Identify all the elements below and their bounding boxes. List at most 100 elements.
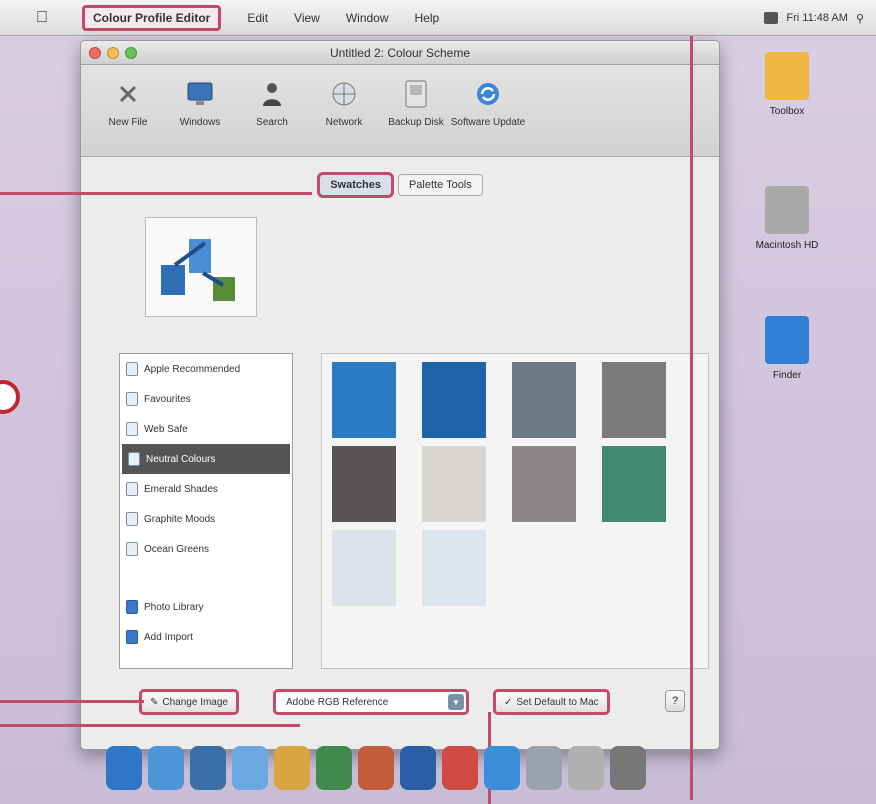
dock-app-icon[interactable] xyxy=(232,746,268,790)
menu-view[interactable]: View xyxy=(294,11,320,25)
set-default-button[interactable]: ✓ Set Default to Mac xyxy=(493,689,610,715)
list-item[interactable]: Ocean Greens xyxy=(120,534,292,564)
monitor-icon xyxy=(185,77,215,111)
callout-line xyxy=(0,192,312,195)
desktop-toolbox[interactable]: Toolbox xyxy=(742,52,832,117)
window-controls xyxy=(89,46,137,59)
doc-icon xyxy=(126,422,138,436)
profile-select[interactable]: Adobe RGB Reference ▼ xyxy=(273,689,469,715)
dock-app-icon[interactable] xyxy=(274,746,310,790)
tab-bar: Swatches Palette Tools xyxy=(81,165,719,205)
color-swatch[interactable] xyxy=(512,362,576,438)
toolbar-search[interactable]: Search xyxy=(241,77,303,128)
dock-app-icon[interactable] xyxy=(316,746,352,790)
color-swatch[interactable] xyxy=(332,362,396,438)
person-icon xyxy=(257,77,287,111)
list-item-label: Emerald Shades xyxy=(144,483,218,495)
desktop-label: Finder xyxy=(772,370,802,381)
list-item-label: Ocean Greens xyxy=(144,543,210,555)
toolbar-windows[interactable]: Windows xyxy=(169,77,231,128)
desktop-label: Macintosh HD xyxy=(755,240,819,251)
close-x-icon xyxy=(113,77,143,111)
list-item[interactable]: Apple Recommended xyxy=(120,354,292,384)
dock-app-icon[interactable] xyxy=(484,746,520,790)
swatch-grid xyxy=(321,353,709,669)
menu-clock[interactable]: Fri 11:48 AM xyxy=(786,12,848,24)
dock-app-icon[interactable] xyxy=(190,746,226,790)
toolbox-icon xyxy=(765,52,809,100)
dock-app-icon[interactable] xyxy=(526,746,562,790)
color-swatch[interactable] xyxy=(602,446,666,522)
list-item[interactable]: Favourites xyxy=(120,384,292,414)
minimize-button[interactable] xyxy=(107,46,119,59)
desktop-label: Toolbox xyxy=(769,106,805,117)
battery-icon[interactable] xyxy=(764,12,779,24)
list-item-selected[interactable]: Neutral Colours xyxy=(122,444,290,474)
dock-app-icon[interactable] xyxy=(148,746,184,790)
menu-edit[interactable]: Edit xyxy=(247,11,268,25)
toolbar-network[interactable]: Network xyxy=(313,77,375,128)
help-button[interactable]: ? xyxy=(665,690,685,712)
folder-icon xyxy=(126,630,138,644)
spotlight-icon[interactable]: ⚲ xyxy=(856,12,864,25)
toolbar-label: Software Update xyxy=(450,117,526,128)
color-swatch[interactable] xyxy=(332,446,396,522)
menu-bar:  Colour Profile Editor Edit View Window… xyxy=(0,0,876,36)
hard-drive-icon xyxy=(765,186,809,234)
desktop-finder[interactable]: Finder xyxy=(742,316,832,381)
tab-palette-tools[interactable]: Palette Tools xyxy=(397,174,483,196)
list-item-label: Web Safe xyxy=(144,423,188,435)
zoom-button[interactable] xyxy=(125,46,137,59)
color-swatch[interactable] xyxy=(602,362,666,438)
toolbar-label: Network xyxy=(325,117,363,128)
window-titlebar[interactable]: Untitled 2: Colour Scheme xyxy=(81,41,719,65)
toolbar-new-file[interactable]: New File xyxy=(97,77,159,128)
color-swatch[interactable] xyxy=(422,446,486,522)
list-item-label: Apple Recommended xyxy=(144,363,241,375)
dock-app-icon[interactable] xyxy=(568,746,604,790)
pencil-icon: ✎ xyxy=(150,696,159,708)
bottom-controls: ✎ Change Image Adobe RGB Reference ▼ ✓ S… xyxy=(81,681,719,721)
list-item[interactable]: Emerald Shades xyxy=(120,474,292,504)
list-item[interactable]: Add Import xyxy=(120,622,292,652)
disk-icon xyxy=(401,77,431,111)
dock-app-icon[interactable] xyxy=(358,746,394,790)
dock-app-icon[interactable] xyxy=(400,746,436,790)
desktop-macintosh-hd[interactable]: Macintosh HD xyxy=(742,186,832,251)
dock-app-icon[interactable] xyxy=(610,746,646,790)
menu-window[interactable]: Window xyxy=(346,11,389,25)
change-image-button[interactable]: ✎ Change Image xyxy=(139,689,239,715)
apple-menu-icon[interactable]:  xyxy=(28,0,56,36)
toolbar-label: Search xyxy=(256,117,288,128)
list-item[interactable]: Web Safe xyxy=(120,414,292,444)
color-swatch[interactable] xyxy=(332,530,396,606)
toolbar-label: New File xyxy=(108,117,148,128)
color-swatch[interactable] xyxy=(422,362,486,438)
tab-swatches[interactable]: Swatches xyxy=(317,172,394,198)
callout-line xyxy=(690,36,693,800)
menu-help[interactable]: Help xyxy=(415,11,440,25)
folder-icon xyxy=(126,600,138,614)
list-item-label: Add Import xyxy=(144,631,193,643)
profile-preview[interactable] xyxy=(145,217,257,317)
set-default-label: Set Default to Mac xyxy=(516,696,599,708)
list-item[interactable]: Photo Library xyxy=(120,592,292,622)
doc-icon xyxy=(126,482,138,496)
toolbar-software-update[interactable]: Software Update xyxy=(451,77,525,128)
source-list: Apple Recommended Favourites Web Safe Ne… xyxy=(119,353,293,669)
color-swatch[interactable] xyxy=(512,446,576,522)
dock-app-icon[interactable] xyxy=(442,746,478,790)
toolbar-backup-disk[interactable]: Backup Disk xyxy=(385,77,447,128)
dock xyxy=(96,728,786,798)
globe-icon xyxy=(329,77,359,111)
window-toolbar: New File Windows Search Network Backup D… xyxy=(81,65,719,157)
doc-icon xyxy=(126,392,138,406)
close-button[interactable] xyxy=(89,46,101,59)
menu-app-name[interactable]: Colour Profile Editor xyxy=(82,4,222,31)
dock-app-icon[interactable] xyxy=(106,746,142,790)
color-swatch[interactable] xyxy=(422,530,486,606)
list-item[interactable]: Graphite Moods xyxy=(120,504,292,534)
list-item-label: Graphite Moods xyxy=(144,513,216,525)
menu-status-area: Fri 11:48 AM ⚲ xyxy=(764,0,864,36)
doc-icon xyxy=(126,542,138,556)
